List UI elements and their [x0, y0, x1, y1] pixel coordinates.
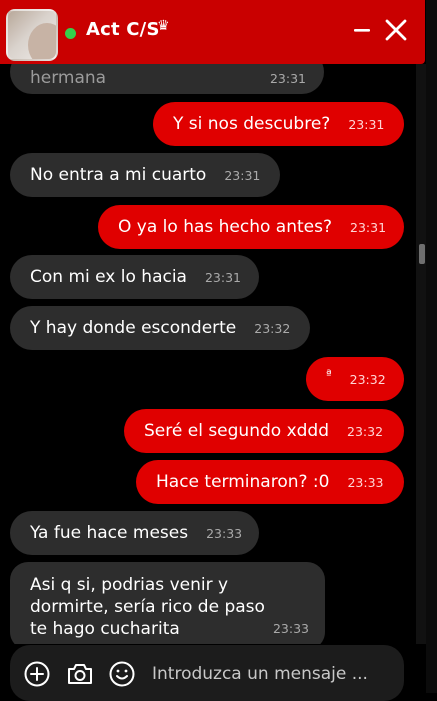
- message-outgoing: O ya lo has hecho antes? 23:31: [98, 205, 404, 249]
- message-input[interactable]: [150, 656, 394, 692]
- online-status-icon: [65, 28, 76, 39]
- message-outgoing: Seré el segundo xddd 23:32: [124, 409, 404, 453]
- chat-title[interactable]: Act C/S: [86, 19, 160, 40]
- scrollbar-track[interactable]: [416, 64, 426, 644]
- scrollbar-thumb[interactable]: [419, 244, 425, 264]
- message-incoming: No entra a mi cuarto 23:31: [10, 153, 280, 197]
- window-edge: [426, 0, 437, 693]
- chat-header: Act C/S ♛: [0, 0, 425, 64]
- message-outgoing: ª 23:32: [306, 357, 404, 401]
- message-list[interactable]: hermana 23:31 Y si nos descubre? 23:31 N…: [0, 64, 416, 644]
- avatar[interactable]: [6, 9, 58, 61]
- minimize-icon[interactable]: [351, 19, 373, 41]
- message-outgoing: Y si nos descubre? 23:31: [153, 102, 404, 146]
- close-icon[interactable]: [383, 17, 409, 43]
- message-outgoing: Hace terminaron? :0 23:33: [136, 460, 404, 504]
- message-incoming: Con mi ex lo hacia 23:31: [10, 255, 259, 299]
- emoji-icon[interactable]: [109, 661, 135, 687]
- crown-icon: ♛: [157, 18, 170, 34]
- camera-icon[interactable]: [66, 661, 94, 687]
- message-incoming: Asi q si, podrias venir y dormirte, serí…: [10, 562, 325, 644]
- message-incoming: hermana 23:31: [10, 64, 324, 94]
- message-incoming: Y hay donde esconderte 23:32: [10, 306, 310, 350]
- message-incoming: Ya fue hace meses 23:33: [10, 511, 259, 555]
- add-icon[interactable]: [24, 661, 50, 687]
